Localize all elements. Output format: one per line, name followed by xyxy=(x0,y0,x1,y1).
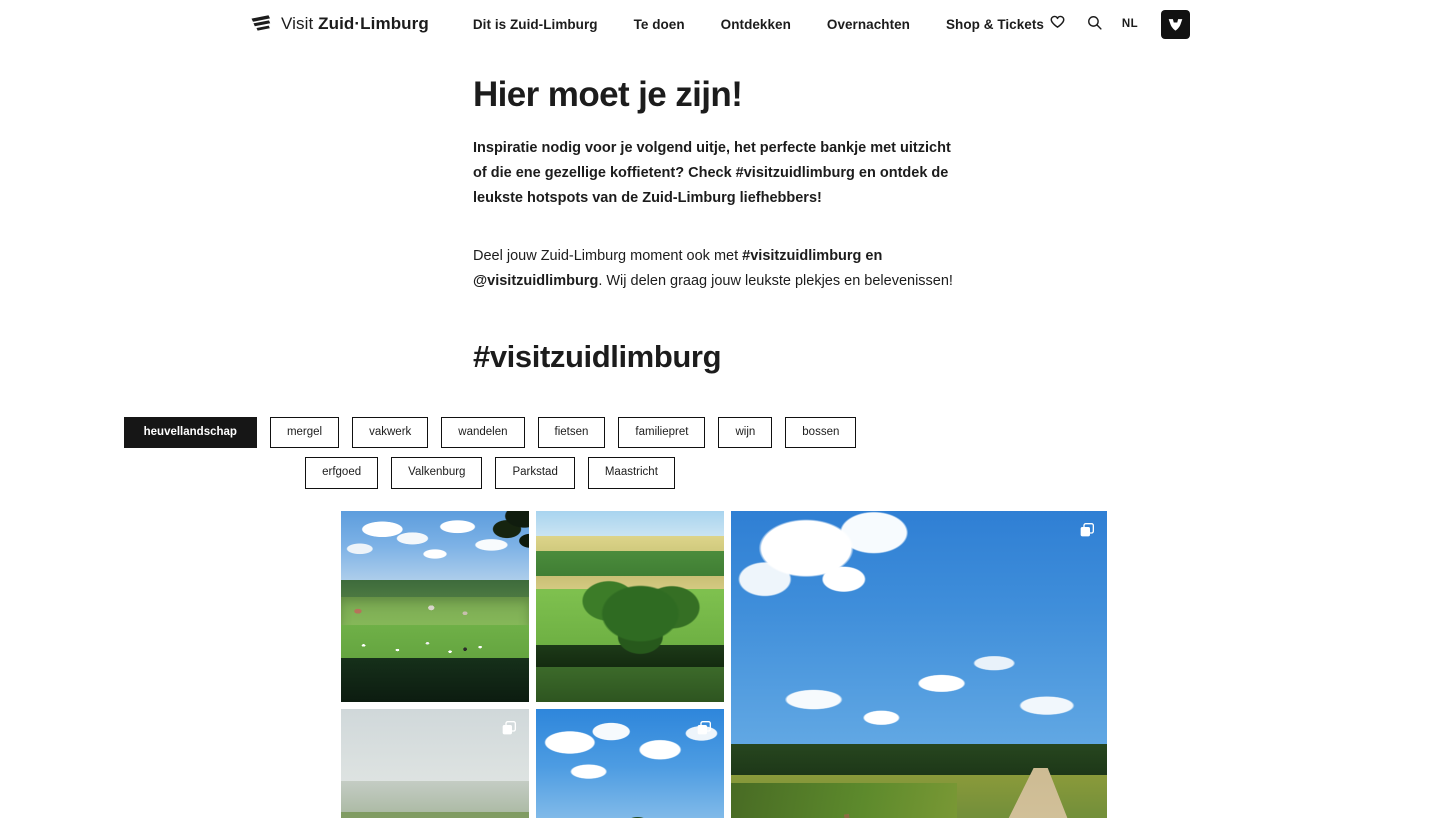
favorites-button[interactable] xyxy=(1047,12,1068,36)
visit-zuid-limburg-shield-logo[interactable] xyxy=(1161,9,1190,39)
language-switcher[interactable]: NL xyxy=(1121,16,1139,32)
tag-vakwerk[interactable]: vakwerk xyxy=(352,416,429,449)
share-paragraph: Deel jouw Zuid-Limburg moment ook met #v… xyxy=(473,244,965,294)
brand-prefix: Visit xyxy=(281,14,314,33)
photo-heuvelland-koeien xyxy=(341,510,529,702)
photo-hooibalen xyxy=(536,708,724,818)
tag-maastricht[interactable]: Maastricht xyxy=(587,457,675,489)
main-navigation: Dit is Zuid-Limburg Te doen Ontdekken Ov… xyxy=(457,11,1062,38)
tag-wandelen[interactable]: wandelen xyxy=(441,416,525,449)
nav-dit-is-zuid-limburg[interactable]: Dit is Zuid-Limburg xyxy=(473,11,598,38)
tag-mergel[interactable]: mergel xyxy=(269,416,340,449)
search-icon xyxy=(1086,14,1103,34)
tag-parkstad[interactable]: Parkstad xyxy=(495,457,575,489)
tag-filter-row-1: heuvellandschap mergel vakwerk wandelen … xyxy=(0,416,1440,449)
page-title: Hier moet je zijn! xyxy=(473,75,743,114)
intro-block: Hier moet je zijn! Inspiratie nodig voor… xyxy=(0,48,1440,375)
brand-text: Visit Zuid·Limburg xyxy=(281,14,429,34)
photo-solitaire-boom xyxy=(536,510,724,702)
site-header: Visit Zuid·Limburg Dit is Zuid-Limburg T… xyxy=(0,0,1440,48)
wave-logo-icon xyxy=(250,14,272,34)
tag-familiepret[interactable]: familiepret xyxy=(618,416,706,449)
instagram-photo-grid xyxy=(0,510,1440,818)
tag-filter-row-2: erfgoed Valkenburg Parkstad Maastricht xyxy=(0,457,1440,489)
gallery-tile-1[interactable] xyxy=(341,510,529,702)
header-tools: NL xyxy=(1047,9,1190,39)
brand-name: Zuid·Limburg xyxy=(318,14,429,33)
photo-wandelpad-rietveld xyxy=(731,510,1107,818)
gallery-tile-5[interactable] xyxy=(536,708,724,818)
tag-heuvellandschap[interactable]: heuvellandschap xyxy=(123,416,257,449)
share-suffix: . Wij delen graag jouw leukste plekjes e… xyxy=(598,272,953,289)
gallery-tile-3[interactable] xyxy=(731,510,1107,818)
tag-fietsen[interactable]: fietsen xyxy=(537,416,606,449)
nav-shop-tickets[interactable]: Shop & Tickets xyxy=(946,11,1044,38)
photo-heiig-graanveld xyxy=(341,708,529,818)
share-prefix: Deel jouw Zuid-Limburg moment ook met xyxy=(473,248,743,264)
nav-te-doen[interactable]: Te doen xyxy=(634,11,685,38)
tag-wijn[interactable]: wijn xyxy=(718,416,773,449)
brand-logo-link[interactable]: Visit Zuid·Limburg xyxy=(250,14,429,34)
tag-bossen[interactable]: bossen xyxy=(785,416,857,449)
heart-icon xyxy=(1049,14,1066,34)
gallery-tile-4[interactable] xyxy=(341,708,529,818)
tag-valkenburg[interactable]: Valkenburg xyxy=(391,457,483,489)
intro-paragraph: Inspiratie nodig voor je volgend uitje, … xyxy=(473,140,951,207)
gallery-tile-2[interactable] xyxy=(536,510,724,702)
nav-overnachten[interactable]: Overnachten xyxy=(827,11,910,38)
tag-erfgoed[interactable]: erfgoed xyxy=(305,457,379,489)
main-content: Hier moet je zijn! Inspiratie nodig voor… xyxy=(0,48,1440,818)
hashtag-heading: #visitzuidlimburg xyxy=(473,338,722,374)
search-button[interactable] xyxy=(1084,12,1105,36)
nav-ontdekken[interactable]: Ontdekken xyxy=(721,11,791,38)
